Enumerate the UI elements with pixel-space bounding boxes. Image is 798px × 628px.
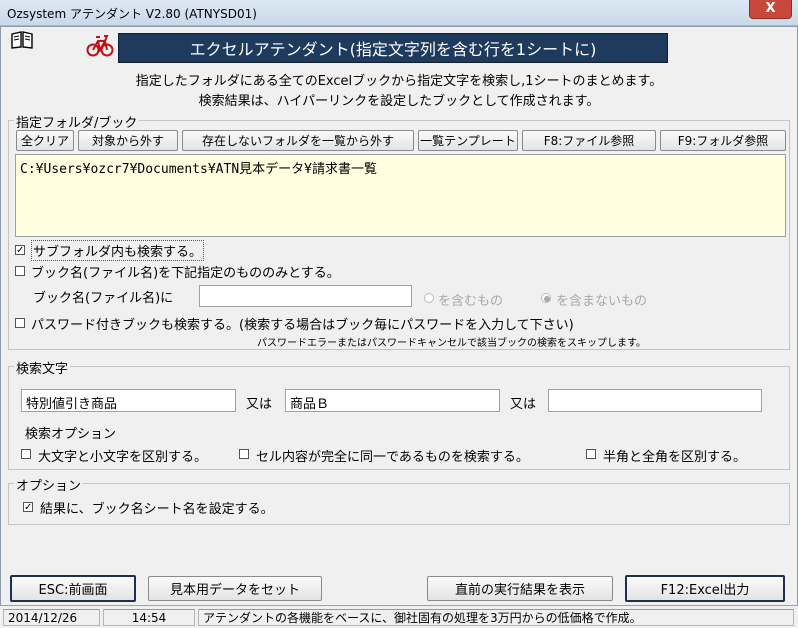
password-note: パスワードエラーまたはパスワードキャンセルで該当ブックの検索をスキップします。 [257, 338, 646, 349]
status-date: 2014/12/26 [3, 609, 100, 626]
bookname-input[interactable] [199, 285, 412, 307]
folder-group-legend: 指定フォルダ/ブック [14, 112, 140, 131]
bookname-only-label[interactable]: ブック名(ファイル名)を下記指定のもののみとする。 [31, 262, 340, 281]
folder-browse-button[interactable]: F9:フォルダ参照 [660, 130, 786, 151]
description-line-2: 検索結果は、ハイパーリンクを設定したブックとして作成されます。 [198, 94, 600, 109]
search-group-legend: 検索文字 [14, 358, 71, 377]
book-icon[interactable] [10, 30, 34, 50]
esc-back-button[interactable]: ESC:前画面 [10, 575, 136, 602]
subfolder-label[interactable]: サブフォルダ内も検索する。 [31, 240, 205, 261]
remove-missing-folders-button[interactable]: 存在しないフォルダを一覧から外す [182, 130, 414, 151]
subfolder-checkbox[interactable]: ✓ [15, 245, 25, 256]
folder-list-item[interactable]: C:¥Users¥ozcr7¥Documents¥ATN見本データ¥請求書一覧 [20, 158, 377, 177]
password-label[interactable]: パスワード付きブックも検索する。(検索する場合はブック毎にパスワードを入力して下… [31, 314, 574, 333]
search-term-1-input[interactable]: 特別値引き商品 [21, 389, 236, 412]
description-line-1: 指定したフォルダにある全てのExcelブックから指定文字を検索し,1シートのまと… [135, 74, 663, 89]
app-banner: エクセルアテンダント(指定文字列を含む行を1シートに) [118, 33, 668, 63]
search-term-3-input[interactable] [548, 389, 762, 412]
title-bar: Ozsystem アテンダント V2.80 (ATNYSD01) X [0, 0, 798, 26]
or-label-2: 又は [510, 397, 537, 412]
exclude-radio-label[interactable]: を含まないもの [556, 290, 647, 309]
password-checkbox[interactable] [15, 318, 25, 328]
clear-all-button[interactable]: 全クリア [16, 130, 74, 151]
window-title: Ozsystem アテンダント V2.80 (ATNYSD01) [7, 7, 257, 21]
bicycle-icon [86, 30, 114, 58]
close-button[interactable]: X [749, 0, 792, 19]
width-sensitive-checkbox[interactable] [586, 449, 596, 459]
folder-list[interactable]: C:¥Users¥ozcr7¥Documents¥ATN見本データ¥請求書一覧 [15, 154, 786, 237]
case-sensitive-label[interactable]: 大文字と小文字を区別する。 [38, 446, 207, 465]
status-bar: 2014/12/26 14:54 アテンダントの各機能をベースに、御社固有の処理… [0, 605, 798, 628]
option-group-legend: オプション [14, 475, 84, 494]
exclude-radio[interactable] [541, 293, 551, 303]
set-sample-data-button[interactable]: 見本用データをセット [148, 576, 322, 601]
set-bookname-checkbox[interactable]: ✓ [23, 502, 33, 513]
file-browse-button[interactable]: F8:ファイル参照 [522, 130, 656, 151]
list-template-button[interactable]: 一覧テンプレート [418, 130, 518, 151]
bookname-label: ブック名(ファイル名)に [33, 291, 174, 306]
exact-match-label[interactable]: セル内容が完全に同一であるものを検索する。 [256, 446, 529, 465]
bookname-only-checkbox[interactable] [15, 266, 25, 276]
search-term-2-input[interactable]: 商品Ｂ [285, 389, 500, 412]
exact-match-checkbox[interactable] [239, 449, 249, 459]
show-last-result-button[interactable]: 直前の実行結果を表示 [427, 576, 613, 601]
include-radio-label[interactable]: を含むもの [438, 290, 503, 309]
search-options-label: 検索オプション [25, 427, 117, 442]
status-time: 14:54 [103, 609, 195, 626]
or-label-1: 又は [246, 397, 273, 412]
include-radio[interactable] [424, 293, 434, 303]
remove-target-button[interactable]: 対象から外す [78, 130, 178, 151]
case-sensitive-checkbox[interactable] [21, 449, 31, 459]
width-sensitive-label[interactable]: 半角と全角を区別する。 [603, 446, 746, 465]
set-bookname-label[interactable]: 結果に、ブック名シート名を設定する。 [40, 498, 274, 517]
status-message: アテンダントの各機能をベースに、御社固有の処理を3万円からの低価格で作成。 [198, 609, 794, 626]
excel-output-button[interactable]: F12:Excel出力 [625, 575, 785, 602]
